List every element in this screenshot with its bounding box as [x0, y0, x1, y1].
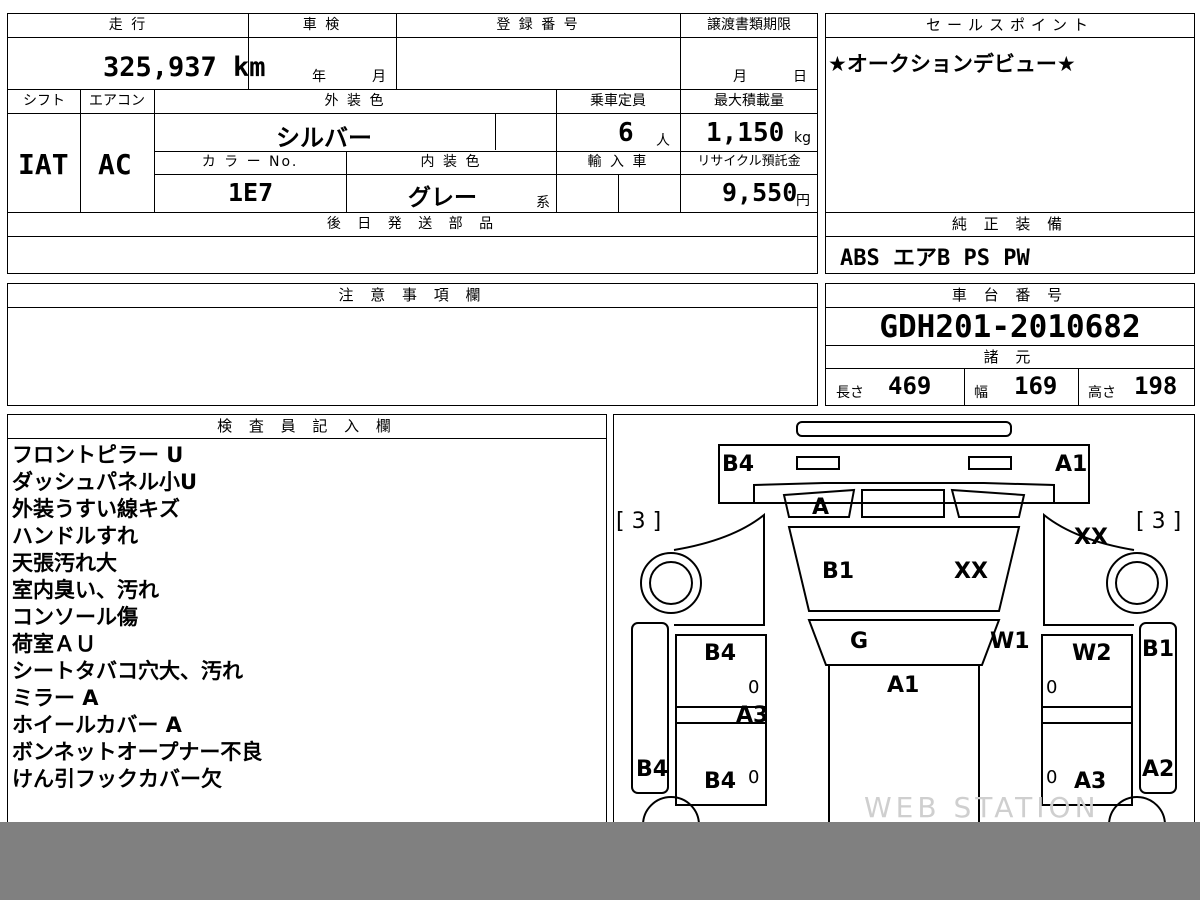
damage-mark: [ 3 ] — [1136, 509, 1182, 534]
damage-mark: G — [850, 629, 869, 654]
later-parts-label: 後 日 発 送 部 品 — [326, 216, 500, 232]
import-label: 輸 入 車 — [587, 154, 649, 170]
width-label: 幅 — [974, 385, 988, 401]
max-load-label: 最大積載量 — [714, 93, 784, 109]
damage-mark: W1 — [990, 629, 1030, 654]
transfer-day: 日 — [793, 69, 807, 85]
watermark: WEB STATION — [864, 791, 1100, 824]
exterior-color-value: シルバー — [276, 124, 372, 152]
damage-mark: 0 — [1046, 677, 1058, 698]
note-line: 外装うすい線キズ — [12, 497, 180, 521]
note-line: ボンネットオープナー不良 — [12, 740, 263, 764]
note-line: シートタバコ穴大、汚れ — [12, 659, 243, 683]
sales-point-box: セールスポイント ★オークションデビュー★ — [825, 13, 1195, 213]
damage-mark: XX — [1074, 525, 1108, 550]
note-line: ホイールカバー A — [12, 713, 182, 737]
inspector-notes: フロントピラー U ダッシュパネル小U 外装うすい線キズ ハンドルすれ 天張汚れ… — [12, 442, 262, 793]
damage-mark: B4 — [722, 452, 755, 477]
sales-point-text: ★オークションデビュー★ — [828, 52, 1076, 76]
transfer-month: 月 — [733, 69, 747, 85]
mileage-label: 走 行 — [108, 17, 148, 33]
max-load-value: 1,150 — [706, 118, 785, 148]
mileage-value: 325,937 km — [103, 52, 266, 83]
note-line: ハンドルすれ — [12, 524, 138, 548]
note-line: 天張汚れ大 — [12, 551, 117, 575]
damage-mark: A1 — [1055, 452, 1088, 477]
length-label: 長さ — [836, 385, 864, 401]
specs-label: 諸 元 — [826, 346, 1194, 369]
vehicle-diagram-box: B4 A1 [ 3 ] [ 3 ] A XX B1 XX G W1 B4 W2 … — [613, 414, 1195, 844]
damage-mark: A — [812, 495, 830, 520]
note-line: ダッシュパネル小U — [12, 470, 198, 494]
caution-label: 注 意 事 項 欄 — [8, 284, 817, 308]
inspector-box: 検 査 員 記 入 欄 フロントピラー U ダッシュパネル小U 外装うすい線キズ… — [7, 414, 607, 844]
max-load-unit: kg — [794, 130, 811, 146]
ac-value: AC — [98, 148, 132, 181]
exterior-color-label: 外 装 色 — [324, 93, 386, 109]
note-line: ミラー A — [12, 686, 99, 710]
registration-label: 登 録 番 号 — [496, 17, 580, 33]
recycle-unit: 円 — [796, 193, 810, 209]
damage-mark: A1 — [887, 673, 920, 698]
ac-label: エアコン — [89, 93, 145, 109]
damage-mark: XX — [954, 559, 988, 584]
note-line: けん引フックカバー欠 — [12, 767, 222, 791]
damage-mark: B4 — [636, 757, 669, 782]
interior-color-label: 内 装 色 — [420, 154, 482, 170]
vehicle-info-table: 走 行 車 検 登 録 番 号 譲渡書類期限 325,937 km 年 月 月 … — [7, 13, 818, 274]
height-value: 198 — [1134, 372, 1178, 400]
capacity-unit: 人 — [656, 133, 670, 149]
bottom-overlay-bar — [0, 822, 1200, 900]
damage-mark: B4 — [704, 769, 737, 794]
capacity-value: 6 — [618, 118, 634, 148]
note-line: コンソール傷 — [12, 605, 138, 629]
length-value: 469 — [888, 372, 932, 400]
interior-color-value: グレー — [408, 185, 477, 211]
shift-label: シフト — [23, 93, 65, 109]
damage-mark: A2 — [1142, 757, 1175, 782]
chassis-box: 車 台 番 号 GDH201-2010682 諸 元 長さ 469 幅 169 … — [825, 283, 1195, 406]
inspection-label: 車 検 — [302, 17, 342, 33]
damage-mark: 0 — [748, 767, 760, 788]
sales-point-label: セールスポイント — [826, 14, 1194, 38]
damage-mark: B4 — [704, 641, 737, 666]
note-line: 室内臭い、汚れ — [12, 578, 159, 602]
transfer-deadline-label: 譲渡書類期限 — [707, 17, 791, 33]
interior-color-suffix: 系 — [536, 195, 550, 211]
color-no-value: 1E7 — [228, 178, 274, 207]
note-line: 荷室ＡＵ — [12, 632, 96, 656]
width-value: 169 — [1014, 372, 1058, 400]
equipment-label: 純 正 装 備 — [826, 213, 1194, 237]
vehicle-outline — [631, 421, 1177, 843]
note-line: フロントピラー U — [12, 443, 184, 467]
recycle-label: リサイクル預託金 — [697, 154, 801, 169]
inspector-label: 検 査 員 記 入 欄 — [8, 415, 606, 439]
damage-mark: B1 — [822, 559, 855, 584]
chassis-label: 車 台 番 号 — [826, 284, 1194, 308]
inspection-month: 月 — [372, 69, 386, 85]
recycle-value: 9,550 — [722, 178, 798, 207]
damage-mark: W2 — [1072, 641, 1112, 666]
equipment-text: ABS エアB PS PW — [840, 246, 1030, 271]
chassis-number: GDH201-2010682 — [879, 309, 1141, 345]
damage-mark: A3 — [736, 703, 769, 728]
inspection-year: 年 — [312, 69, 326, 85]
height-label: 高さ — [1088, 385, 1116, 401]
caution-box: 注 意 事 項 欄 — [7, 283, 818, 406]
damage-mark: 0 — [748, 677, 760, 698]
equipment-box: 純 正 装 備 ABS エアB PS PW — [825, 212, 1195, 274]
damage-mark: [ 3 ] — [616, 509, 662, 534]
damage-mark: 0 — [1046, 767, 1058, 788]
damage-mark: B1 — [1142, 637, 1175, 662]
color-no-label: カ ラ ー No. — [201, 154, 299, 170]
shift-value: IAT — [18, 148, 69, 181]
capacity-label: 乗車定員 — [590, 93, 646, 109]
